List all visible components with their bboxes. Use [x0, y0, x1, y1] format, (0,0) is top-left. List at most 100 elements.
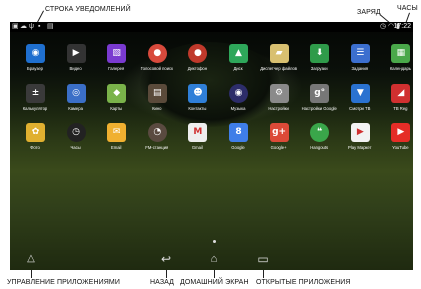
app-calculator[interactable]: ± Калькулятор — [18, 84, 52, 120]
app-googleplus[interactable]: g+ Google+ — [262, 123, 296, 159]
tb-icon: ◢ — [391, 84, 411, 103]
app-google-settings[interactable]: g° Настройки Google — [302, 84, 337, 120]
callout-recents: ОТКРЫТЫЕ ПРИЛОЖЕНИЯ — [256, 279, 351, 286]
app-globe[interactable]: ◉ Браузер — [18, 44, 52, 80]
caret-up-icon[interactable]: △ — [20, 251, 42, 267]
callout-app-manager: УПРАВЛЕНИЕ ПРИЛОЖЕНИЯМИ — [7, 279, 120, 286]
app-label: Браузер — [27, 66, 43, 71]
status-clock: 17:22 — [393, 23, 411, 30]
callout-clock: ЧАСЫ — [397, 5, 418, 12]
app-gallery[interactable]: ▧ Галерея — [99, 44, 133, 80]
folder-icon: ▰ — [269, 44, 289, 63]
alarm-icon: ◷ — [380, 23, 387, 30]
image-icon: ▣ — [12, 23, 19, 30]
app-camera[interactable]: ◎ Камера — [59, 84, 93, 120]
app-label: Фото — [30, 145, 40, 150]
app-label: Галерея — [108, 66, 125, 71]
app-recorder[interactable]: ● Диктофон — [180, 44, 214, 80]
app-tb[interactable]: ◢ TB Reg — [383, 84, 413, 120]
app-label: FM-станция — [145, 145, 169, 150]
contacts-icon: ☻ — [188, 84, 208, 103]
app-label: Калькулятор — [22, 106, 48, 111]
callout-back: НАЗАД — [150, 279, 175, 286]
app-tv[interactable]: ▼ Смотри ТВ — [343, 84, 377, 120]
home-icon[interactable]: ⌂ — [203, 251, 225, 267]
app-label: Задания — [351, 66, 369, 71]
app-clock[interactable]: ◷ Часы — [59, 123, 93, 159]
radio-icon: ◔ — [147, 123, 167, 142]
app-film[interactable]: ▤ Кино — [140, 84, 174, 120]
tv-icon: ▼ — [350, 84, 370, 103]
app-label: Play Маркет — [348, 145, 372, 150]
callout-notifications: СТРОКА УВЕДОМЛЕНИЙ — [45, 6, 131, 13]
app-gmail[interactable]: M Gmail — [180, 123, 214, 159]
googleplus-icon: g+ — [269, 123, 289, 142]
navigation-bar: △ ↩ ⌂ ▭ — [10, 250, 413, 270]
app-label: Контакты — [188, 106, 207, 111]
app-play-store[interactable]: ▶ Play Маркет — [343, 123, 377, 159]
app-youtube[interactable]: ▶ YouTube — [383, 123, 413, 159]
app-label: Камера — [68, 106, 83, 111]
download-icon: ▤ — [47, 23, 54, 30]
gallery-icon: ▧ — [107, 44, 127, 63]
app-email[interactable]: ✉ Email — [99, 123, 133, 159]
youtube-icon: ▶ — [391, 123, 411, 142]
recorder-icon: ● — [188, 44, 208, 63]
back-arrow-icon[interactable]: ↩ — [155, 251, 177, 267]
app-label: Диск — [233, 66, 243, 71]
camera-icon: ◎ — [66, 84, 86, 103]
app-label: Google — [231, 145, 245, 150]
callout-battery: ЗАРЯД — [357, 9, 381, 16]
app-label: Часы — [70, 145, 81, 150]
app-clapper[interactable]: ▶ Видео — [59, 44, 93, 80]
tasks-icon: ☰ — [350, 44, 370, 63]
app-label: Настройки Google — [301, 106, 337, 111]
status-bar[interactable]: ▣ ☁ ψ ▪ ▤ ◷ ◠ ▮ 17:22 — [10, 22, 413, 32]
app-label: TB Reg — [393, 106, 408, 111]
clock-icon: ◷ — [66, 123, 86, 142]
app-google[interactable]: 8 Google — [221, 123, 255, 159]
app-music[interactable]: ◉ Музыка — [221, 84, 255, 120]
app-drive[interactable]: ▲ Диск — [221, 44, 255, 80]
app-maps[interactable]: ◆ Карты — [99, 84, 133, 120]
app-folder[interactable]: ▰ Диспетчер файлов — [260, 44, 297, 80]
notification-icon: ▪ — [38, 23, 41, 30]
gmail-icon: M — [188, 123, 208, 142]
app-label: Загрузки — [310, 66, 328, 71]
app-label: Google+ — [270, 145, 287, 150]
app-label: Настройки — [268, 106, 289, 111]
hangouts-icon: ❝ — [310, 123, 330, 142]
mic-icon: ● — [147, 44, 167, 63]
app-hangouts[interactable]: ❝ Hangouts — [302, 123, 336, 159]
app-label: Кино — [152, 106, 162, 111]
app-label: Календарь — [389, 66, 411, 71]
app-photos[interactable]: ✿ Фото — [18, 123, 52, 159]
app-label: Смотри ТВ — [349, 106, 371, 111]
calendar-icon: ▦ — [391, 44, 411, 63]
settings-icon: ⚙ — [269, 84, 289, 103]
app-download[interactable]: ⬇ Загрузки — [302, 44, 336, 80]
drive-icon: ▲ — [229, 44, 248, 63]
app-label: Email — [110, 145, 122, 150]
app-label: Голосовой поиск — [140, 66, 173, 71]
leader-notifications — [37, 10, 44, 23]
recents-icon[interactable]: ▭ — [252, 251, 274, 267]
app-contacts[interactable]: ☻ Контакты — [180, 84, 214, 120]
page-indicator-dot — [213, 240, 216, 243]
app-calendar[interactable]: ▦ Календарь — [383, 44, 413, 80]
app-mic[interactable]: ● Голосовой поиск — [140, 44, 174, 80]
app-radio[interactable]: ◔ FM-станция — [140, 123, 174, 159]
app-label: Gmail — [191, 145, 203, 150]
globe-icon: ◉ — [26, 44, 45, 63]
google-settings-icon: g° — [310, 84, 330, 103]
app-label: YouTube — [392, 145, 409, 150]
photos-icon: ✿ — [26, 123, 45, 142]
app-label: Карты — [110, 106, 123, 111]
film-icon: ▤ — [147, 84, 167, 103]
app-label: Диктофон — [187, 66, 208, 71]
app-tasks[interactable]: ☰ Задания — [343, 44, 377, 80]
app-label: Диспетчер файлов — [260, 66, 297, 71]
calculator-icon: ± — [26, 84, 45, 103]
app-settings[interactable]: ⚙ Настройки — [262, 84, 296, 120]
app-label: Hangouts — [310, 145, 329, 150]
